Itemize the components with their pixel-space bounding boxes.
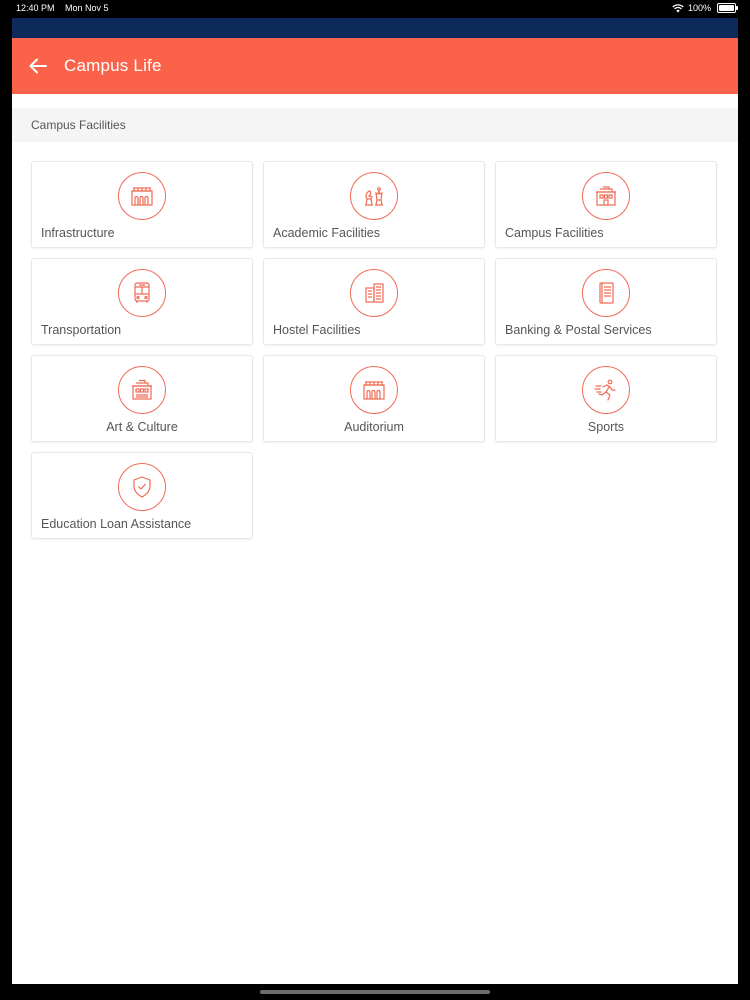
status-time: 12:40 PM [16, 3, 55, 13]
tile-label: Banking & Postal Services [505, 323, 652, 337]
tile-label: Education Loan Assistance [41, 517, 192, 531]
tile-academic-facilities[interactable]: Academic Facilities [263, 161, 485, 248]
tile-infrastructure[interactable]: Infrastructure [31, 161, 253, 248]
museum-icon [118, 366, 166, 414]
tile-label: Academic Facilities [273, 226, 380, 240]
tile-auditorium[interactable]: Auditorium [263, 355, 485, 442]
battery-percent: 100% [687, 3, 711, 13]
section-header: Campus Facilities [12, 108, 738, 142]
app-screen: Campus Life Campus Facilities Infrastruc… [12, 18, 738, 984]
tile-hostel-facilities[interactable]: Hostel Facilities [263, 258, 485, 345]
tile-label: Campus Facilities [505, 226, 604, 240]
facilities-grid: Infrastructure Academic Facilities Campu… [12, 142, 738, 539]
status-right: 100% [672, 3, 738, 13]
ledger-icon [582, 269, 630, 317]
page-title: Campus Life [64, 56, 162, 75]
back-arrow-icon [29, 58, 47, 74]
apartment-icon [350, 269, 398, 317]
status-date: Mon Nov 5 [65, 3, 109, 13]
tile-campus-facilities[interactable]: Campus Facilities [495, 161, 717, 248]
chess-icon [350, 172, 398, 220]
wifi-icon [672, 3, 684, 13]
auditorium-icon [350, 366, 398, 414]
tile-transportation[interactable]: Transportation [31, 258, 253, 345]
runner-icon [582, 366, 630, 414]
tile-banking-postal-services[interactable]: Banking & Postal Services [495, 258, 717, 345]
battery-icon [717, 3, 738, 13]
tile-label: Hostel Facilities [273, 323, 361, 337]
school-building-icon [582, 172, 630, 220]
status-left: 12:40 PM Mon Nov 5 [16, 3, 117, 13]
section-title: Campus Facilities [31, 118, 126, 132]
tile-art-culture[interactable]: Art & Culture [31, 355, 253, 442]
tile-label: Infrastructure [41, 226, 115, 240]
tile-education-loan-assistance[interactable]: Education Loan Assistance [31, 452, 253, 539]
top-strip [12, 18, 738, 38]
home-indicator[interactable] [260, 990, 490, 994]
building-icon [118, 172, 166, 220]
shield-check-icon [118, 463, 166, 511]
tile-label: Auditorium [344, 420, 404, 434]
tile-label: Art & Culture [106, 420, 178, 434]
tile-label: Transportation [41, 323, 122, 337]
back-button[interactable] [12, 38, 64, 94]
tile-sports[interactable]: Sports [495, 355, 717, 442]
app-bar: Campus Life [12, 38, 738, 94]
status-bar: 12:40 PM Mon Nov 5 100% [0, 0, 750, 18]
tile-label: Sports [587, 420, 625, 434]
bus-icon [118, 269, 166, 317]
